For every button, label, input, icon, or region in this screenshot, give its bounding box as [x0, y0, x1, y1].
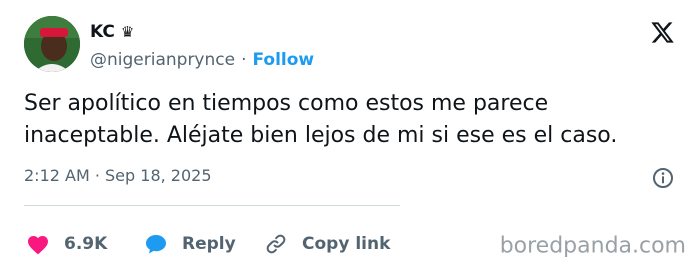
separator-dot: ·	[241, 50, 247, 70]
author-info: KC ♛ @nigerianprynce · Follow	[90, 20, 314, 73]
follow-button[interactable]: Follow	[252, 50, 314, 70]
link-icon	[266, 234, 286, 254]
display-name-row: KC ♛	[90, 20, 314, 44]
likes-count: 6.9K	[64, 234, 108, 254]
crown-icon: ♛	[120, 23, 135, 41]
x-logo-icon[interactable]	[649, 20, 676, 45]
reply-label: Reply	[182, 234, 236, 254]
avatar[interactable]	[24, 16, 80, 72]
display-name[interactable]: KC	[90, 22, 115, 42]
like-button[interactable]: 6.9K	[26, 233, 107, 255]
reply-button[interactable]: Reply	[144, 233, 236, 255]
divider	[24, 205, 400, 206]
tweet-text-line: Ser apolítico en tiempos como estos me p…	[24, 91, 549, 116]
info-icon[interactable]	[651, 166, 675, 190]
speech-bubble-icon	[146, 235, 166, 254]
tweet-text: Ser apolítico en tiempos como estos me p…	[24, 88, 684, 152]
copy-link-label: Copy link	[302, 234, 391, 254]
copy-link-button[interactable]: Copy link	[264, 232, 390, 256]
user-handle[interactable]: @nigerianprynce	[90, 50, 235, 70]
tweet-text-line: inaceptable. Aléjate bien lejos de mi si…	[24, 123, 618, 148]
heart-icon	[28, 236, 48, 255]
timestamp[interactable]: 2:12 AM · Sep 18, 2025	[24, 166, 212, 185]
watermark: boredpanda.com	[499, 233, 686, 259]
handle-row: @nigerianprynce · Follow	[90, 47, 314, 73]
